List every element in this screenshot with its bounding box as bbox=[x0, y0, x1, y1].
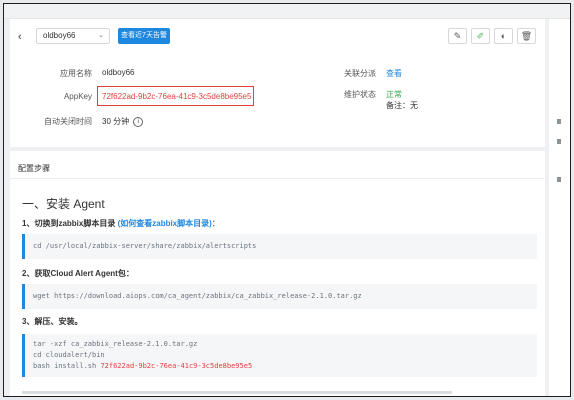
auto-close-field: 30 分钟 i bbox=[102, 116, 144, 127]
screenshot-frame: ‹ oldboy66 ⌄ 查看近7天告警 ✎ ✐ ◐ 🗑 应用名称 oldboy… bbox=[3, 3, 571, 397]
how-to-find-script-dir-link[interactable]: (如何查看zabbix脚本目录)： bbox=[118, 219, 220, 228]
code-line: wget https://download.aiops.com/ca_agent… bbox=[33, 292, 362, 300]
step-2-code[interactable]: wget https://download.aiops.com/ca_agent… bbox=[22, 284, 537, 309]
side-marker bbox=[557, 119, 561, 124]
auto-close-value: 30 分钟 bbox=[102, 117, 130, 126]
code-line: bash install.sh 72f622ad-9b2c-76ea-41c9-… bbox=[33, 361, 537, 372]
auto-close-label: 自动关闭时间 bbox=[44, 117, 92, 126]
brush-icon[interactable]: ✐ bbox=[471, 28, 490, 44]
install-agent-heading: 一、安装 Agent bbox=[22, 197, 105, 211]
side-marker bbox=[557, 139, 561, 144]
chevron-left-icon[interactable]: ‹ bbox=[18, 31, 22, 43]
right-side-panel bbox=[549, 19, 570, 396]
appkey-in-code: 72f622ad-9b2c-76ea-41c9-3c5de8be95e5 bbox=[100, 362, 253, 370]
step-1-code[interactable]: cd /usr/local/zabbix-server/share/zabbix… bbox=[22, 234, 537, 259]
side-marker bbox=[557, 177, 561, 182]
appkey-label: AppKey bbox=[63, 92, 92, 101]
app-detail-card: ‹ oldboy66 ⌄ 查看近7天告警 ✎ ✐ ◐ 🗑 应用名称 oldboy… bbox=[10, 19, 545, 147]
status-label: 维护状态 bbox=[344, 90, 376, 99]
trash-icon[interactable]: 🗑 bbox=[517, 28, 536, 44]
step-1-text: 1、切换到zabbix脚本目录 bbox=[22, 219, 116, 228]
app-name-label: 应用名称 bbox=[60, 69, 92, 78]
divider bbox=[10, 178, 545, 179]
step-1: 1、切换到zabbix脚本目录 (如何查看zabbix脚本目录)： bbox=[22, 218, 220, 229]
group-view-link[interactable]: 查看 bbox=[386, 68, 402, 79]
code-text: bash install.sh bbox=[33, 362, 101, 370]
toggle-icon[interactable]: ◐ bbox=[494, 28, 513, 44]
app-select-value: oldboy66 bbox=[43, 31, 76, 40]
app-name-value: oldboy66 bbox=[102, 68, 135, 77]
group-label: 关联分派 bbox=[344, 69, 376, 78]
appkey-value: 72f622ad-9b2c-76ea-41c9-3c5de8be95e5 bbox=[102, 92, 252, 101]
step-3: 3、解压、安装。 bbox=[22, 317, 83, 326]
code-line: tar -xzf ca_zabbix_release-2.1.0.tar.gz bbox=[33, 340, 198, 348]
view-7day-alarms-button[interactable]: 查看近7天告警 bbox=[118, 28, 170, 44]
config-steps-card: 配置步骤 一、安装 Agent 1、切换到zabbix脚本目录 (如何查看zab… bbox=[10, 151, 545, 396]
status-value: 正常 bbox=[386, 90, 402, 99]
step-2: 2、获取Cloud Alert Agent包： bbox=[22, 269, 134, 278]
code-line: cd /usr/local/zabbix-server/share/zabbix… bbox=[33, 242, 257, 250]
remark-value: 备注：无 bbox=[386, 101, 418, 110]
app-select[interactable]: oldboy66 ⌄ bbox=[36, 28, 110, 44]
info-icon[interactable]: i bbox=[133, 116, 144, 127]
top-strip bbox=[4, 4, 570, 19]
section-title: 配置步骤 bbox=[18, 164, 50, 173]
chevron-down-icon: ⌄ bbox=[98, 32, 104, 39]
pencil-icon[interactable]: ✎ bbox=[448, 28, 467, 44]
code-line: cd cloudalert/bin bbox=[33, 351, 105, 359]
truncated-next-line bbox=[22, 391, 452, 394]
step-3-code[interactable]: tar -xzf ca_zabbix_release-2.1.0.tar.gz … bbox=[22, 334, 537, 377]
